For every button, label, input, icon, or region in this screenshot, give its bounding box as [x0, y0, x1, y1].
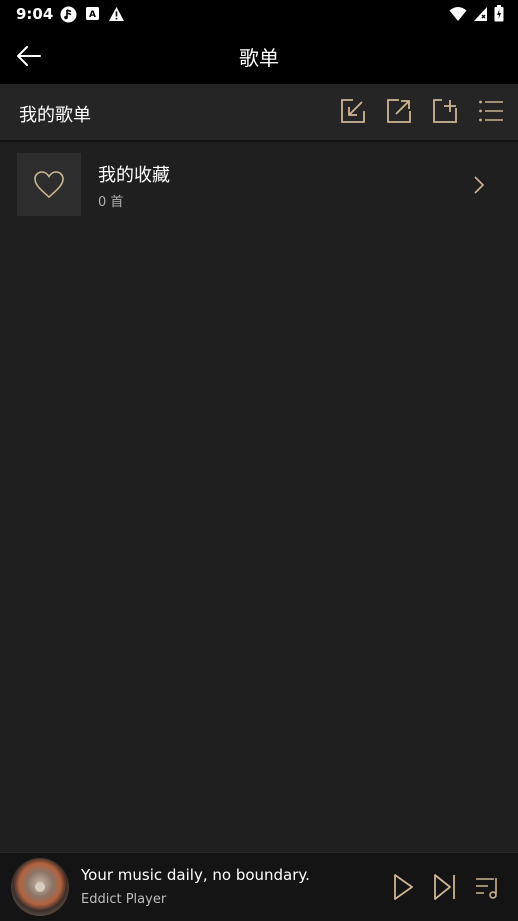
skip-next-icon [434, 874, 455, 900]
cellular-signal-icon [473, 6, 488, 26]
chevron-right-icon [474, 176, 485, 194]
status-left-icons: A [60, 6, 125, 27]
album-art[interactable] [11, 858, 69, 916]
header-actions [340, 98, 504, 124]
export-button[interactable] [386, 98, 412, 124]
album-art-center [35, 882, 45, 892]
heart-icon [34, 170, 64, 198]
playlist-cover [17, 153, 81, 216]
battery-icon [494, 5, 504, 26]
music-note-icon [60, 6, 77, 27]
section-title: 我的歌单 [19, 105, 91, 126]
status-time: 9:04 [16, 5, 54, 23]
svg-text:A: A [89, 10, 96, 20]
menu-list-icon [479, 100, 503, 122]
queue-button[interactable] [474, 872, 500, 902]
playlist-count: 0 首 [98, 195, 124, 210]
menu-button[interactable] [478, 98, 504, 124]
playlist-item-favorites[interactable]: 我的收藏 0 首 [0, 142, 518, 228]
import-icon [341, 99, 365, 123]
status-bar: 9:04 A [0, 0, 518, 28]
font-download-icon: A [85, 6, 100, 27]
warning-icon [108, 6, 125, 27]
import-button[interactable] [340, 98, 366, 124]
mini-player[interactable]: Your music daily, no boundary. Eddict Pl… [0, 852, 518, 921]
skip-next-button[interactable] [432, 872, 458, 902]
track-artist: Eddict Player [81, 892, 167, 907]
play-icon [394, 874, 413, 900]
queue-icon [476, 878, 497, 899]
export-icon [387, 99, 411, 123]
play-button[interactable] [390, 872, 416, 902]
add-playlist-icon [433, 99, 457, 123]
page-title: 歌单 [239, 46, 279, 70]
status-right-icons [449, 5, 504, 26]
app-toolbar: 歌单 [0, 28, 518, 84]
section-header: 我的歌单 [0, 84, 518, 142]
wifi-icon [449, 6, 467, 26]
track-title: Your music daily, no boundary. [81, 866, 310, 884]
add-playlist-button[interactable] [432, 98, 458, 124]
playlist-name: 我的收藏 [98, 165, 170, 186]
